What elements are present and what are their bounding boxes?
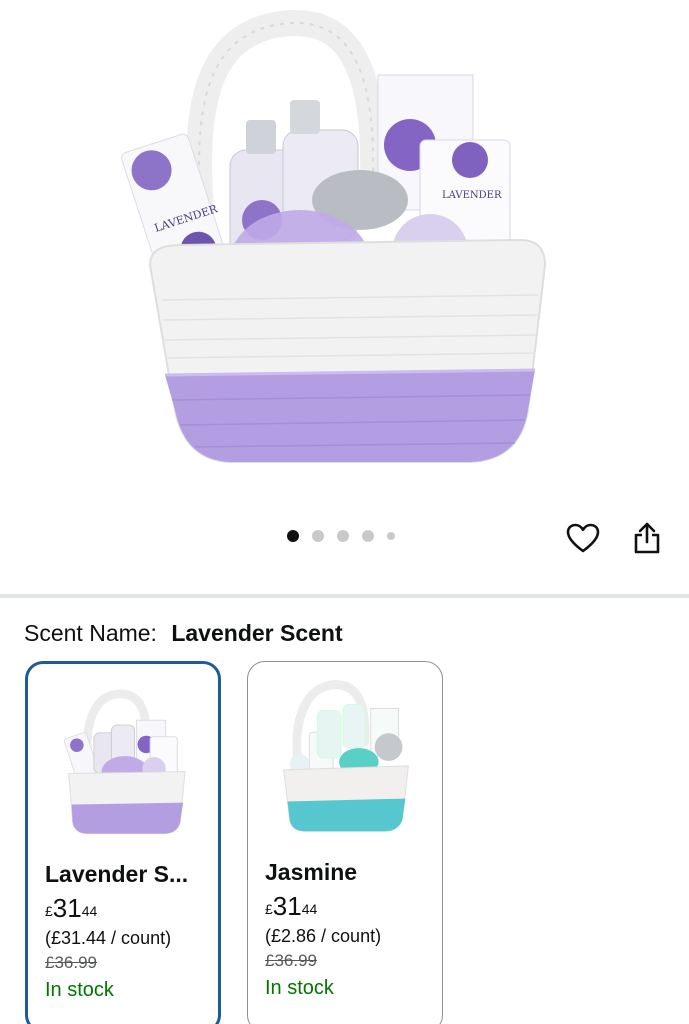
- was-price: £36.99: [45, 953, 97, 972]
- product-image[interactable]: LAVENDER LAVENDER: [0, 0, 689, 510]
- carousel-dot-2[interactable]: [312, 530, 324, 542]
- price-currency: £: [45, 903, 53, 919]
- option-name: Lavender S...: [45, 861, 189, 887]
- image-carousel-indicator[interactable]: [287, 530, 395, 542]
- share-icon: [634, 522, 660, 554]
- scent-selection-label: Scent Name: Lavender Scent: [24, 620, 343, 647]
- was-price: £36.99: [265, 951, 317, 970]
- gift-basket-illustration: LAVENDER LAVENDER: [121, 10, 547, 463]
- carousel-dot-3[interactable]: [337, 530, 349, 542]
- jasmine-basket-thumbnail: [283, 680, 409, 832]
- lavender-basket-thumbnail: [63, 689, 186, 835]
- price-whole: 31: [272, 891, 302, 921]
- carousel-dot-1[interactable]: [287, 530, 299, 542]
- heart-icon: [566, 523, 600, 553]
- price-fraction: 44: [301, 901, 318, 917]
- section-divider: [0, 594, 689, 598]
- price-currency: £: [265, 901, 273, 917]
- wishlist-button[interactable]: [563, 518, 603, 558]
- unit-price: (£2.86 / count): [265, 926, 382, 946]
- unit-price: (£31.44 / count): [45, 928, 172, 948]
- carousel-dot-4[interactable]: [362, 530, 374, 542]
- stock-status: In stock: [45, 979, 114, 1001]
- share-button[interactable]: [627, 518, 667, 558]
- price-fraction: 44: [81, 903, 98, 919]
- scent-value: Lavender Scent: [171, 620, 343, 646]
- option-price: £3144: [45, 892, 217, 924]
- stock-status: In stock: [265, 977, 334, 999]
- price-whole: 31: [52, 893, 82, 923]
- scent-option-jasmine[interactable]: Jasmine £3144 (£2.86 / count) £36.99 In …: [247, 661, 443, 1024]
- carousel-dot-5[interactable]: [387, 532, 395, 540]
- option-name: Jasmine: [265, 859, 358, 885]
- scent-label: Scent Name:: [24, 620, 157, 646]
- svg-text:LAVENDER: LAVENDER: [442, 190, 502, 201]
- scent-option-lavender[interactable]: Lavender S... £3144 (£31.44 / count) £36…: [25, 661, 221, 1024]
- option-price: £3144: [265, 890, 437, 922]
